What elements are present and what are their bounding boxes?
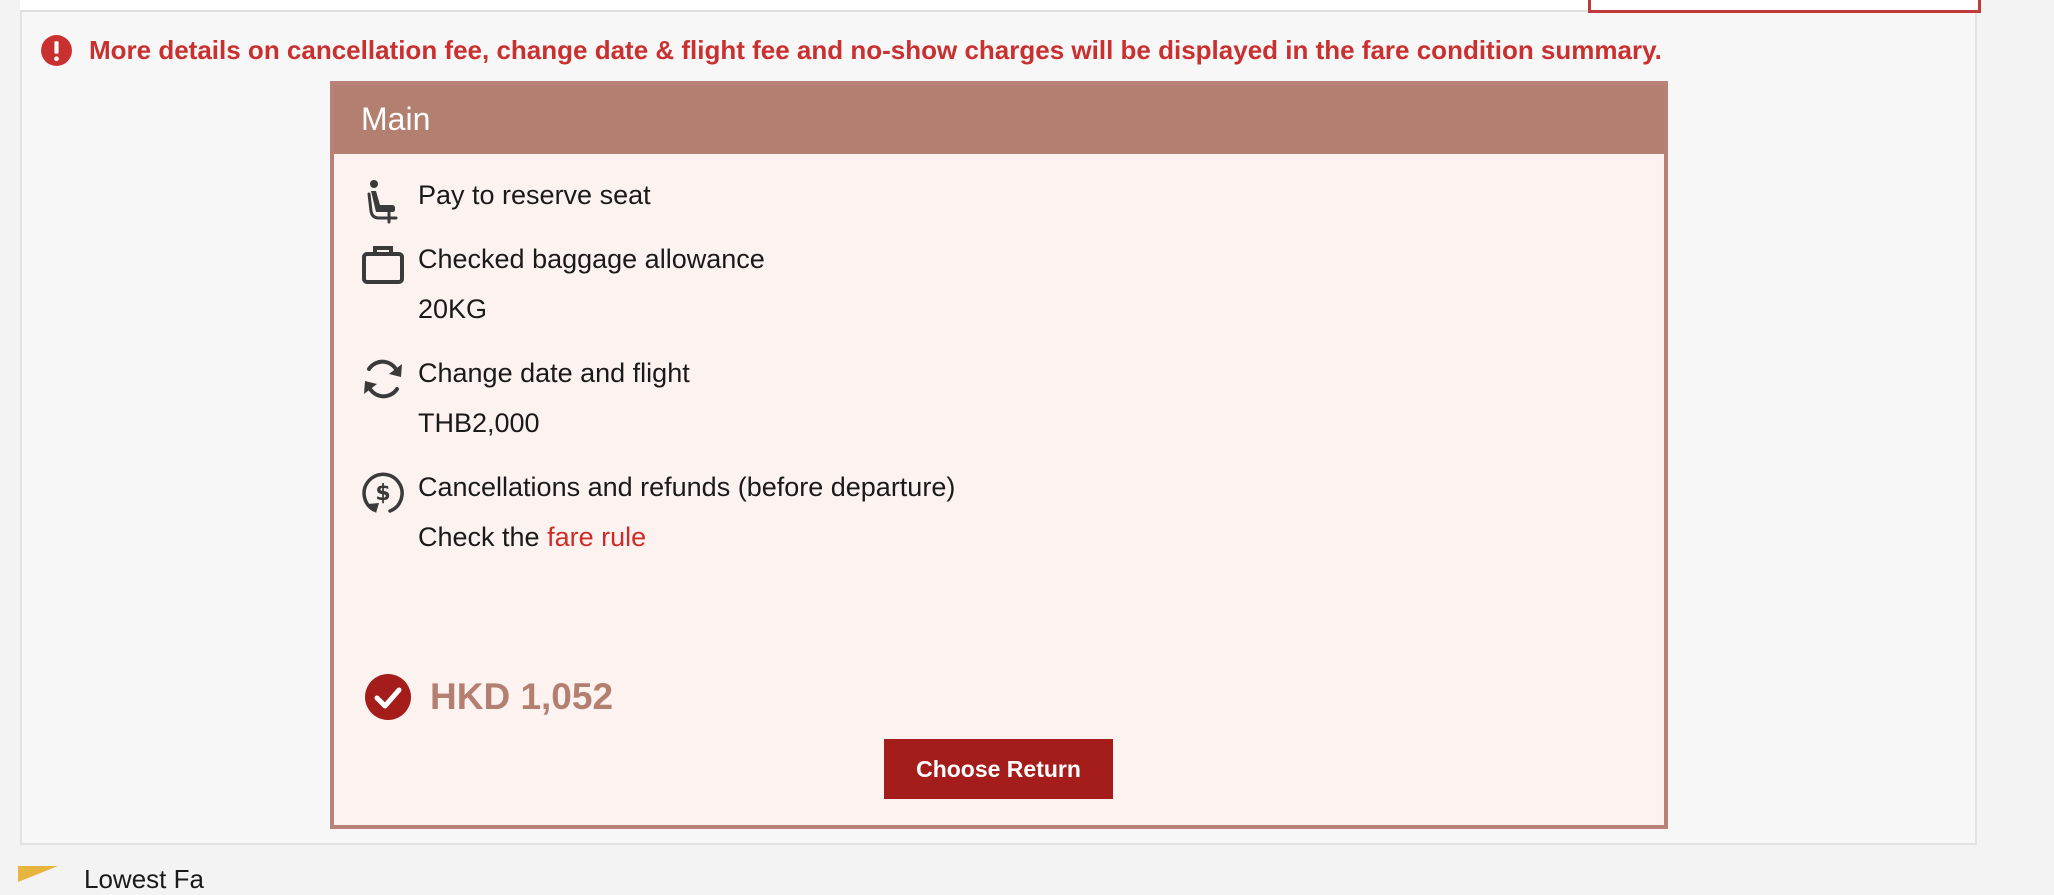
feature-refund: $ Cancellations and refunds (before depa… [360,470,955,554]
top-strip [20,0,1588,12]
baggage-icon [362,246,404,284]
fare-price: HKD 1,052 [430,676,614,717]
change-flight-icon [364,359,402,399]
selected-check-icon [365,674,411,720]
feature-refund-note: Check the fare rule [418,520,955,554]
feature-seat: Pay to reserve seat [360,178,651,224]
notice-text: More details on cancellation fee, change… [89,35,1662,65]
fare-card-title: Main [334,85,1664,154]
lowest-fare-flag-icon [18,866,58,882]
fare-rule-prefix: Check the [418,522,548,552]
feature-change-flight: Change date and flight THB2,000 [360,356,690,440]
refund-icon: $ [362,472,404,513]
fare-card-main: Main Pay to reserve seat Checked baggage… [330,81,1668,829]
alert-icon [41,35,72,66]
feature-baggage-title: Checked baggage allowance [418,244,765,274]
fare-rule-link[interactable]: fare rule [547,522,646,552]
feature-baggage: Checked baggage allowance 20KG [360,242,765,326]
feature-change-value: THB2,000 [418,408,540,438]
fare-notice: More details on cancellation fee, change… [40,34,1662,67]
price-row[interactable]: HKD 1,052 [364,673,613,721]
svg-text:$: $ [375,481,390,506]
lowest-fare-label: Lowest Fa [84,864,204,894]
seat-icon [367,180,398,224]
feature-change-title: Change date and flight [418,358,690,388]
feature-refund-title: Cancellations and refunds (before depart… [418,472,956,502]
feature-baggage-value: 20KG [418,294,488,324]
feature-seat-title: Pay to reserve seat [418,180,651,210]
top-right-box[interactable] [1588,0,1981,13]
choose-return-button[interactable]: Choose Return [884,739,1113,799]
